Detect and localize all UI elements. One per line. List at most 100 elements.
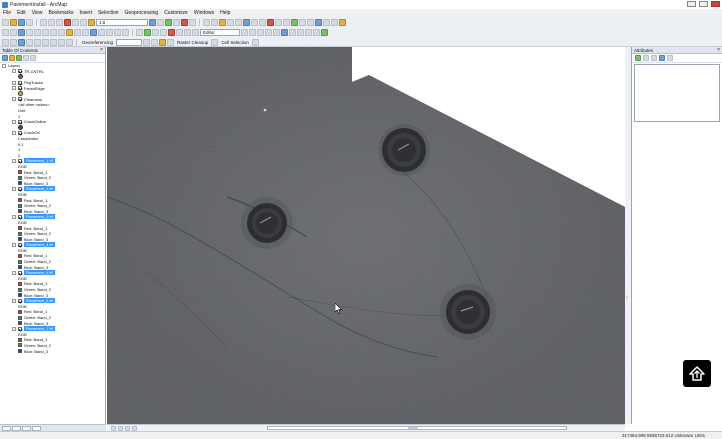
tab-display[interactable] — [22, 425, 31, 431]
tool-d-icon[interactable] — [227, 19, 234, 26]
close-icon[interactable]: × — [100, 47, 103, 53]
expand-arrow-icon[interactable]: › — [626, 295, 628, 301]
paste-icon[interactable] — [56, 19, 63, 26]
html-popup-icon[interactable] — [122, 29, 129, 36]
layer-visibility-checkbox[interactable] — [18, 69, 22, 74]
menu-windows[interactable]: Windows — [194, 10, 214, 16]
layer-visibility-checkbox[interactable] — [18, 158, 22, 163]
t5-icon[interactable] — [168, 29, 175, 36]
edit-annotation-icon[interactable] — [249, 29, 256, 36]
g4-icon[interactable] — [167, 39, 175, 46]
tool-m-icon[interactable] — [299, 19, 306, 26]
collapse-icon[interactable]: - — [12, 326, 16, 331]
layer-visibility-checkbox[interactable] — [18, 270, 22, 275]
r9-icon[interactable] — [66, 39, 73, 46]
tool-i-icon[interactable] — [267, 19, 274, 26]
menu-geoprocessing[interactable]: Geoprocessing — [125, 10, 159, 16]
raster-layer-name[interactable]: Pavement_4.tif — [24, 242, 55, 248]
g3-icon[interactable] — [159, 39, 167, 46]
t2-icon[interactable] — [144, 29, 151, 36]
tab-drawing-order[interactable] — [2, 425, 11, 431]
scrollbar-thumb[interactable] — [408, 427, 418, 429]
layer-visibility-checkbox[interactable] — [18, 86, 22, 91]
editor-toolbar-icon[interactable] — [149, 19, 156, 26]
menu-help[interactable]: Help — [220, 10, 230, 16]
r5-icon[interactable] — [34, 39, 41, 46]
raster-layer-name[interactable]: Pavement_2.tif — [24, 186, 55, 192]
close-icon[interactable]: × — [717, 47, 720, 53]
list-by-selection-icon[interactable] — [23, 55, 29, 61]
collapse-icon[interactable]: - — [12, 298, 16, 303]
map-display[interactable] — [107, 47, 625, 424]
collapse-icon[interactable]: - — [12, 80, 16, 85]
r3-icon[interactable] — [18, 39, 25, 46]
pan-icon[interactable] — [18, 29, 25, 36]
options-icon[interactable] — [30, 55, 36, 61]
tab-selection[interactable] — [32, 425, 41, 431]
t4-icon[interactable] — [160, 29, 167, 36]
raster-cleanup-menu[interactable]: Raster Cleanup — [177, 40, 208, 45]
r1-icon[interactable] — [2, 39, 9, 46]
t6-icon[interactable] — [176, 29, 183, 36]
table-icon[interactable] — [157, 19, 164, 26]
clear-selection-icon[interactable] — [74, 29, 81, 36]
select-elements-icon[interactable] — [82, 29, 89, 36]
back-icon[interactable] — [50, 29, 57, 36]
forward-icon[interactable] — [58, 29, 65, 36]
collapse-icon[interactable]: - — [12, 186, 16, 191]
catalog-icon[interactable] — [165, 19, 172, 26]
georef-layer-combo[interactable] — [116, 39, 143, 46]
r8-icon[interactable] — [58, 39, 65, 46]
collapse-icon[interactable]: - — [12, 130, 16, 135]
zoom-out-icon[interactable] — [10, 29, 17, 36]
menu-view[interactable]: View — [32, 10, 43, 16]
new-icon[interactable] — [2, 19, 9, 26]
layer-name[interactable]: PavedEdge — [24, 86, 45, 91]
layer-name[interactable]: CrackOK — [24, 130, 40, 135]
raster-layer-name[interactable]: Pavement_3.tif — [24, 214, 55, 220]
redo-icon[interactable] — [80, 19, 87, 26]
g2-icon[interactable] — [151, 39, 159, 46]
fixed-zoom-in-icon[interactable] — [34, 29, 41, 36]
tool-c-icon[interactable] — [219, 19, 226, 26]
layout-view-icon[interactable] — [118, 425, 123, 431]
tool-f-icon[interactable] — [243, 19, 250, 26]
point-icon[interactable] — [281, 29, 288, 36]
tool-g-icon[interactable] — [251, 19, 258, 26]
layer-name[interactable]: Clearness — [24, 97, 42, 102]
refresh-icon[interactable] — [125, 425, 130, 431]
t1-icon[interactable] — [136, 29, 143, 36]
menu-file[interactable]: File — [3, 10, 11, 16]
layer-visibility-checkbox[interactable] — [18, 80, 22, 85]
collapse-icon[interactable]: - — [12, 69, 16, 74]
tool-e-icon[interactable] — [235, 19, 242, 26]
pause-drawing-icon[interactable] — [132, 425, 137, 431]
python-icon[interactable] — [189, 19, 196, 26]
scale-combo[interactable]: 1:6 — [96, 19, 148, 26]
layer-name[interactable]: CrackOnline — [24, 119, 46, 124]
layer-visibility-checkbox[interactable] — [18, 130, 22, 135]
cleanup-icon[interactable] — [211, 39, 219, 46]
collapse-icon[interactable]: - — [12, 158, 16, 163]
tree-icon[interactable] — [635, 55, 641, 61]
list-by-source-icon[interactable] — [9, 55, 15, 61]
tool-b-icon[interactable] — [211, 19, 218, 26]
options-icon[interactable] — [667, 55, 673, 61]
select-features-icon[interactable] — [66, 29, 73, 36]
layer-visibility-checkbox[interactable] — [18, 214, 22, 219]
print-icon[interactable] — [26, 19, 33, 26]
sort-icon[interactable] — [643, 55, 649, 61]
fixed-zoom-out-icon[interactable] — [42, 29, 49, 36]
menu-selection[interactable]: Selection — [98, 10, 119, 16]
collapse-icon[interactable]: - — [2, 63, 6, 68]
endpoint-arc-icon[interactable] — [265, 29, 272, 36]
tool-q-icon[interactable] — [331, 19, 338, 26]
raster-layer-name[interactable]: Pavement_5.tif — [24, 270, 55, 276]
collapse-icon[interactable]: - — [12, 86, 16, 91]
cell-sel-icon[interactable] — [251, 39, 259, 46]
layer-visibility-checkbox[interactable] — [18, 97, 22, 102]
layer-visibility-checkbox[interactable] — [18, 326, 22, 331]
layer-visibility-checkbox[interactable] — [18, 298, 22, 303]
search-icon[interactable] — [173, 19, 180, 26]
list-by-drawing-order-icon[interactable] — [2, 55, 8, 61]
